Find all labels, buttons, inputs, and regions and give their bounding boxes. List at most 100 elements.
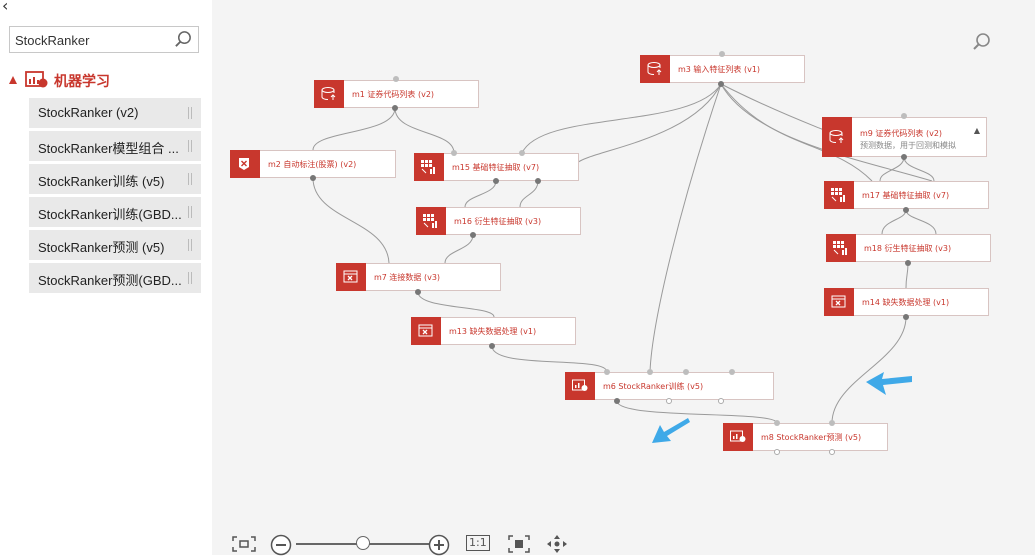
node-m9[interactable]: m9 证券代码列表 (v2) 预测数据，用于回测和模拟 ▲ [822,117,987,157]
output-port[interactable] [666,398,672,404]
join-data-icon [336,263,366,291]
drag-handle-icon[interactable] [188,206,192,218]
zoom-slider-handle[interactable] [356,536,371,550]
fit-screen-icon[interactable] [232,536,256,552]
drag-handle-icon[interactable] [188,173,192,185]
output-port[interactable] [493,178,499,184]
module-item-label: StockRanker训练(GBD... [38,207,182,222]
input-port[interactable] [829,420,835,426]
canvas-search-icon[interactable] [972,32,992,52]
drag-handle-icon[interactable] [188,239,192,251]
node-m6[interactable]: m6 StockRanker训练 (v5) [565,372,774,400]
input-port[interactable] [774,420,780,426]
module-search-input[interactable] [15,30,165,50]
output-port[interactable] [310,175,316,181]
node-label: m18 衍生特征抽取 (v3) [864,244,952,253]
output-port[interactable] [829,449,835,455]
database-upload-icon [314,80,344,108]
input-port[interactable] [519,150,525,156]
feature-extract-icon [414,153,444,181]
output-port[interactable] [903,314,909,320]
back-icon[interactable]: ‹ [2,0,8,15]
input-port[interactable] [647,369,653,375]
module-item-label: StockRanker预测(GBD... [38,273,182,288]
node-m17[interactable]: m17 基础特征抽取 (v7) [824,181,989,209]
node-m2[interactable]: m2 自动标注(股票) (v2) [230,150,396,178]
module-item-stockranker-train-v5[interactable]: StockRanker训练 (v5) [29,164,201,194]
highlight-arrow-icon [866,372,912,395]
node-label: m15 基础特征抽取 (v7) [452,163,540,172]
module-item-stockranker-train-gbdt[interactable]: StockRanker训练(GBD... [29,197,201,227]
output-port[interactable] [901,154,907,160]
search-icon[interactable] [174,30,193,49]
output-port[interactable] [470,232,476,238]
node-m7[interactable]: m7 连接数据 (v3) [336,263,501,291]
node-label: m1 证券代码列表 (v2) [352,90,435,99]
node-label: m3 输入特征列表 (v1) [678,65,761,74]
node-m18[interactable]: m18 衍生特征抽取 (v3) [826,234,991,262]
node-m3[interactable]: m3 输入特征列表 (v1) [640,55,805,83]
input-port[interactable] [451,150,457,156]
input-port[interactable] [901,113,907,119]
input-port[interactable] [393,76,399,82]
module-item-label: StockRanker预测 (v5) [38,240,165,255]
node-label: m6 StockRanker训练 (v5) [603,382,704,391]
input-port[interactable] [719,51,725,57]
node-m16[interactable]: m16 衍生特征抽取 (v3) [416,207,581,235]
output-port[interactable] [718,81,724,87]
zoom-in-icon[interactable] [428,534,450,556]
auto-label-icon [230,150,260,178]
output-port[interactable] [614,398,620,404]
node-label: m8 StockRanker预测 (v5) [761,433,862,442]
node-m13[interactable]: m13 缺失数据处理 (v1) [411,317,576,345]
zoom-toolbar: 1:1 [212,532,1035,556]
output-port[interactable] [489,343,495,349]
feature-derive-icon [416,207,446,235]
module-item-stockranker-predict-gbdt[interactable]: StockRanker预测(GBD... [29,263,201,293]
center-focus-icon[interactable] [508,535,530,553]
collapse-triangle-icon[interactable] [9,76,17,84]
actual-size-button[interactable]: 1:1 [466,535,490,551]
zoom-out-icon[interactable] [270,534,292,556]
workflow-canvas[interactable]: m1 证券代码列表 (v2) m3 输入特征列表 (v1) m2 自动标注(股票… [212,0,1035,555]
collapse-caret-icon[interactable]: ▲ [974,126,980,135]
node-label: m9 证券代码列表 (v2) [860,129,943,138]
node-description: 预测数据，用于回测和模拟 [860,141,956,150]
node-m1[interactable]: m1 证券代码列表 (v2) [314,80,479,108]
module-item-label: StockRanker (v2) [38,105,139,120]
drag-handle-icon[interactable] [188,272,192,284]
drag-handle-icon[interactable] [188,140,192,152]
module-search-box [9,26,199,53]
machine-learning-icon [25,71,48,88]
database-upload-icon [822,117,852,157]
module-sidebar: ‹ 机器学习 StockRanker (v2) StockRanker模型组合 … [0,0,212,555]
input-port[interactable] [683,369,689,375]
drag-handle-icon[interactable] [188,107,192,119]
output-port[interactable] [903,207,909,213]
missing-data-icon [824,288,854,316]
node-m14[interactable]: m14 缺失数据处理 (v1) [824,288,989,316]
output-port[interactable] [535,178,541,184]
module-item-stockranker-combo[interactable]: StockRanker模型组合 ... [29,131,201,161]
output-port[interactable] [392,105,398,111]
feature-extract-icon [824,181,854,209]
output-port[interactable] [718,398,724,404]
pan-move-icon[interactable] [546,534,568,554]
output-port[interactable] [774,449,780,455]
database-upload-icon [640,55,670,83]
node-label: m17 基础特征抽取 (v7) [862,191,950,200]
node-label: m7 连接数据 (v3) [374,273,441,282]
module-item-label: StockRanker模型组合 ... [38,141,179,156]
output-port[interactable] [415,289,421,295]
node-m8[interactable]: m8 StockRanker预测 (v5) [723,423,888,451]
module-item-stockranker-v2[interactable]: StockRanker (v2) [29,98,201,128]
module-item-stockranker-predict-v5[interactable]: StockRanker预测 (v5) [29,230,201,260]
missing-data-icon [411,317,441,345]
output-port[interactable] [905,260,911,266]
node-label: m2 自动标注(股票) (v2) [268,160,357,169]
input-port[interactable] [729,369,735,375]
input-port[interactable] [604,369,610,375]
highlight-arrow-icon [652,418,690,443]
node-m15[interactable]: m15 基础特征抽取 (v7) [414,153,579,181]
node-label: m14 缺失数据处理 (v1) [862,298,950,307]
